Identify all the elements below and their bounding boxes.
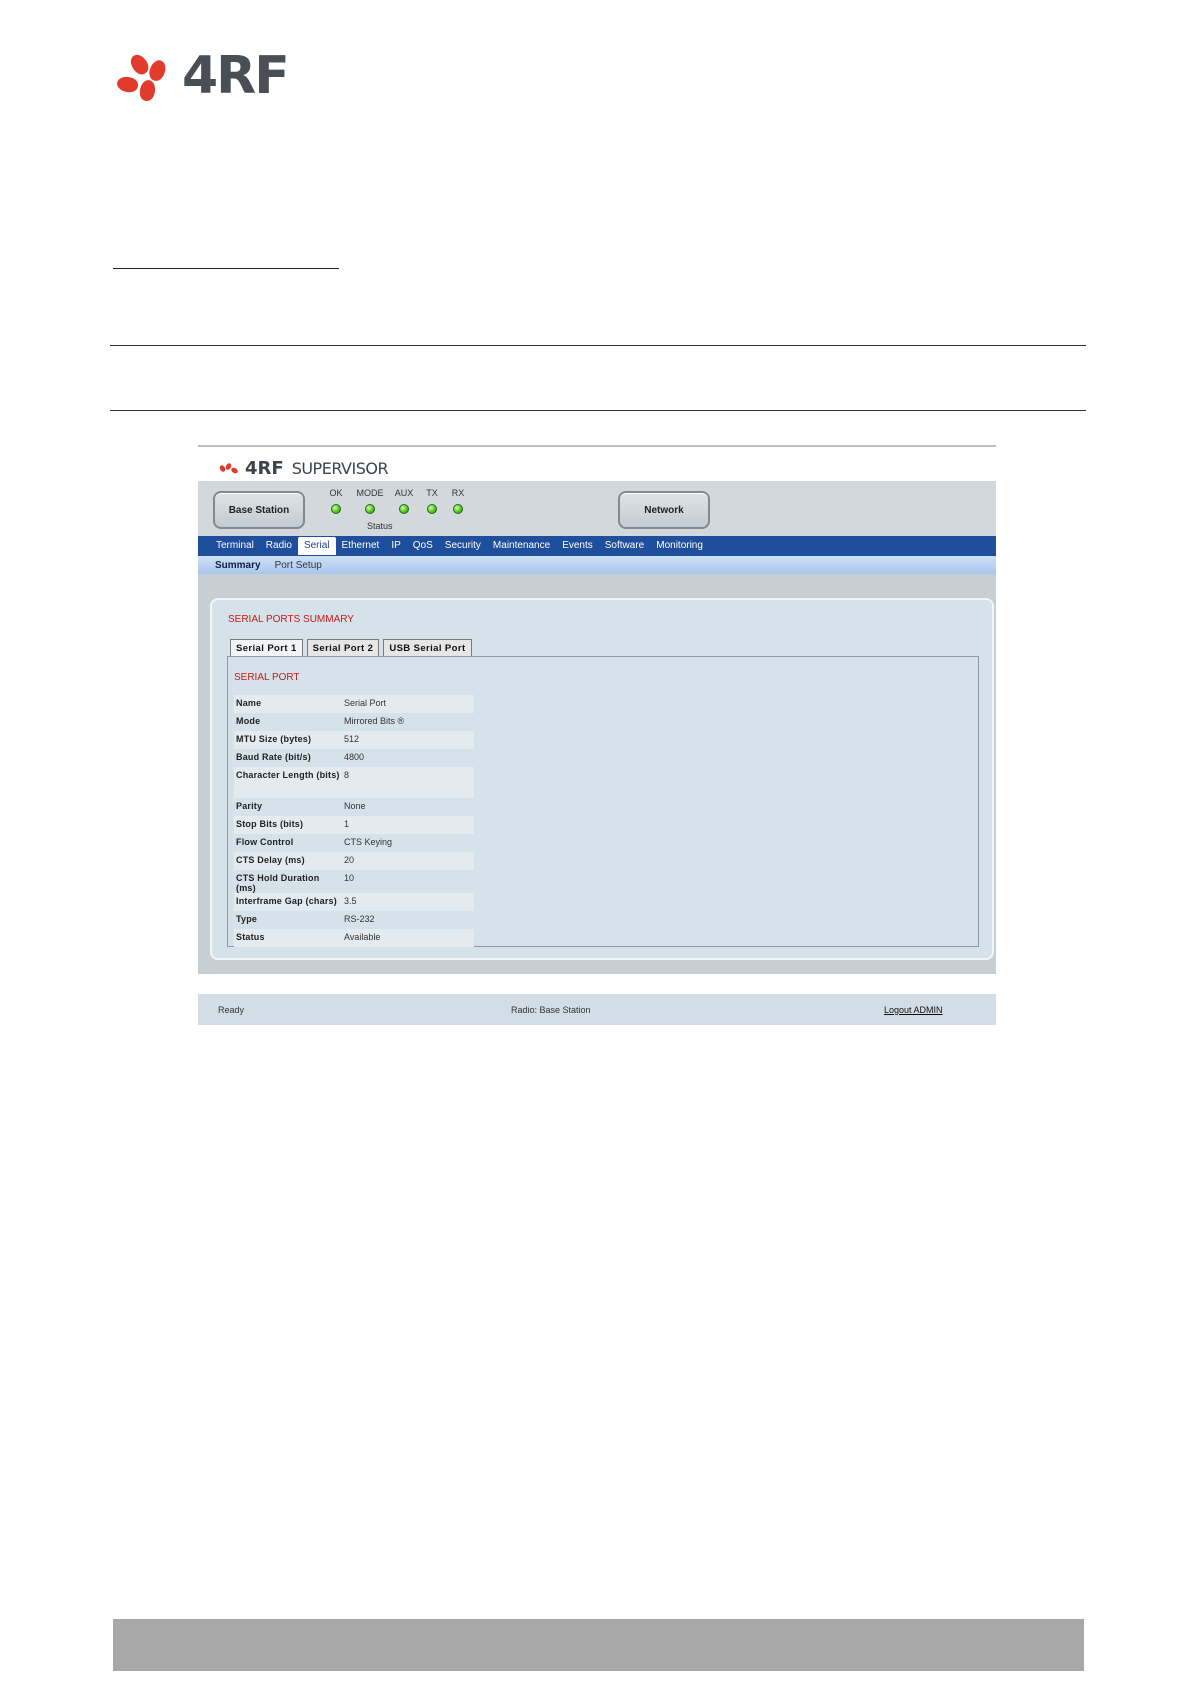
network-button[interactable]: Network (618, 491, 710, 529)
tab-terminal[interactable]: Terminal (210, 537, 260, 555)
status-radio: Radio: Base Station (511, 1005, 591, 1015)
logo-petal-icon (127, 51, 152, 78)
table-row: Interframe Gap (chars) 3.5 (234, 893, 474, 911)
table-row: Name Serial Port (234, 695, 474, 713)
divider (113, 268, 339, 269)
brand-logo-icon (218, 461, 239, 474)
serial-port-table: Name Serial Port Mode Mirrored Bits ® MTU … (234, 695, 474, 947)
led-mode: MODE (354, 488, 386, 514)
logout-link[interactable]: Logout ADMIN (884, 1005, 943, 1015)
table-row: Status Available (234, 929, 474, 947)
table-row: Flow Control CTS Keying (234, 834, 474, 852)
tab-serial-port-2[interactable]: Serial Port 2 (306, 639, 380, 656)
divider (110, 410, 1086, 411)
led-icon (427, 504, 437, 514)
table-row: CTS Hold Duration (ms) 10 (234, 870, 474, 893)
subtab-summary[interactable]: Summary (215, 560, 261, 571)
table-row: MTU Size (bytes) 512 (234, 731, 474, 749)
footer-bar (113, 1619, 1084, 1671)
led-ok: OK (324, 488, 348, 514)
led-icon (399, 504, 409, 514)
serial-port-details: SERIAL PORT Name Serial Port Mode Mirrored… (227, 656, 979, 947)
header-bar: Base Station OK MODE AUX TX RX Status Ne… (198, 481, 996, 536)
tab-ip[interactable]: IP (385, 537, 406, 555)
status-bar: Ready Radio: Base Station Logout ADMIN (198, 994, 996, 1025)
logo-text: 4RF (182, 46, 290, 106)
table-row: Baud Rate (bit/s) 4800 (234, 749, 474, 767)
status-label: Status (367, 521, 393, 531)
tab-ethernet[interactable]: Ethernet (336, 537, 386, 555)
led-aux: AUX (388, 488, 420, 514)
logo-petal-icon (138, 78, 157, 103)
table-row: Stop Bits (bits) 1 (234, 816, 474, 834)
serial-ports-panel: SERIAL PORTS SUMMARY Serial Port 1 Seria… (210, 598, 994, 960)
main-tabs: Terminal Radio Serial Ethernet IP QoS Se… (198, 536, 996, 556)
content-area: SERIAL PORTS SUMMARY Serial Port 1 Seria… (198, 574, 996, 974)
tab-maintenance[interactable]: Maintenance (487, 537, 556, 555)
sub-tabs: Summary Port Setup (198, 556, 996, 574)
table-row: Character Length (bits) 8 (234, 767, 474, 798)
table-row: CTS Delay (ms) 20 (234, 852, 474, 870)
tab-monitoring[interactable]: Monitoring (650, 537, 709, 555)
panel-title: SERIAL PORTS SUMMARY (228, 614, 354, 625)
led-icon (453, 504, 463, 514)
led-rx: RX (448, 488, 468, 514)
status-leds: OK MODE AUX TX RX (324, 488, 474, 514)
tab-security[interactable]: Security (439, 537, 487, 555)
port-tabs: Serial Port 1 Serial Port 2 USB Serial P… (230, 639, 472, 656)
tab-serial-port-1[interactable]: Serial Port 1 (230, 639, 303, 656)
table-row: Type RS-232 (234, 911, 474, 929)
led-tx: TX (422, 488, 442, 514)
app-title: 4RF SUPERVISOR (218, 457, 389, 479)
subtab-port-setup[interactable]: Port Setup (275, 560, 322, 571)
company-logo: 4RF (115, 46, 308, 108)
supervisor-window: 4RF SUPERVISOR Base Station OK MODE AUX … (198, 445, 996, 1025)
tab-radio[interactable]: Radio (260, 537, 298, 555)
logo-petal-icon (146, 58, 169, 83)
tab-serial[interactable]: Serial (297, 537, 336, 555)
tab-events[interactable]: Events (556, 537, 599, 555)
led-icon (331, 504, 341, 514)
tab-qos[interactable]: QoS (407, 537, 439, 555)
divider (110, 345, 1086, 346)
product-name: SUPERVISOR (291, 458, 389, 478)
table-row: Parity None (234, 798, 474, 816)
logo-petal-icon (115, 75, 140, 94)
base-station-button[interactable]: Base Station (213, 491, 305, 529)
tab-software[interactable]: Software (599, 537, 650, 555)
brand-name: 4RF (245, 457, 284, 479)
tab-usb-serial-port[interactable]: USB Serial Port (383, 639, 472, 656)
status-ready: Ready (218, 1005, 245, 1015)
led-icon (365, 504, 375, 514)
table-row: Mode Mirrored Bits ® (234, 713, 474, 731)
section-title: SERIAL PORT (234, 672, 300, 683)
